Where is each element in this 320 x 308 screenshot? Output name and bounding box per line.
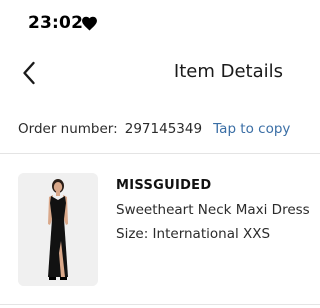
item-info: MISSGUIDED Sweetheart Neck Maxi Dress Si… [116, 178, 320, 242]
item-brand: MISSGUIDED [116, 178, 212, 193]
black-maxi-dress-photo [18, 173, 98, 286]
item-details-screen: 23:02 Item Details Order number: 2971453… [0, 0, 320, 308]
heart-icon [82, 16, 97, 31]
back-button[interactable] [14, 56, 44, 90]
chevron-left-icon [23, 61, 35, 85]
item-name: Sweetheart Neck Maxi Dress [116, 202, 310, 218]
order-number-value: 297145349 [124, 121, 203, 137]
item-thumbnail[interactable] [18, 173, 98, 286]
order-number-row: Order number: 297145349 Tap to copy [18, 118, 318, 138]
item-size: Size: International XXS [116, 226, 271, 242]
order-number-label: Order number: [18, 121, 118, 137]
divider [0, 304, 320, 305]
status-time: 23:02 [28, 13, 84, 33]
divider [0, 153, 320, 154]
status-bar: 23:02 [0, 0, 320, 44]
header: Item Details [0, 48, 320, 98]
tap-to-copy-link[interactable]: Tap to copy [213, 121, 290, 137]
page-title: Item Details [173, 61, 283, 82]
